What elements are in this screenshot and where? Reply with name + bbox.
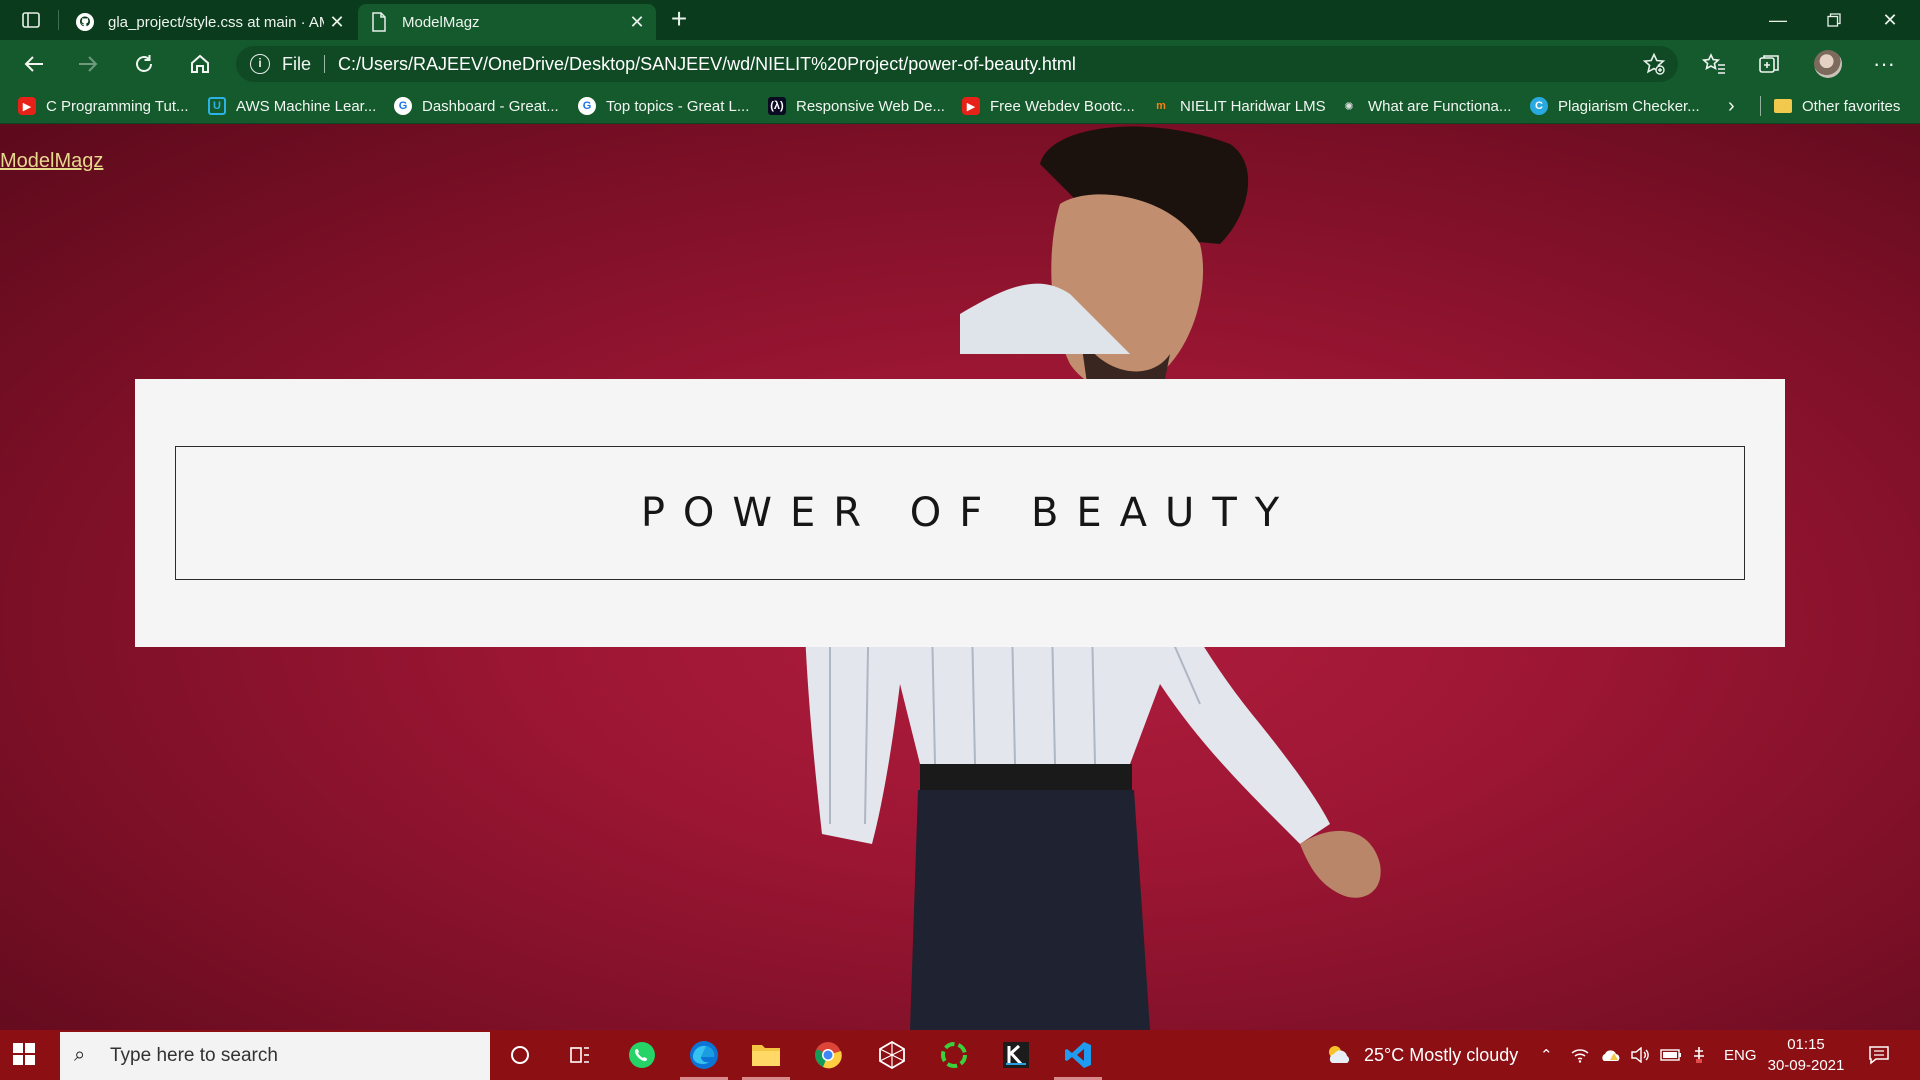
other-favorites[interactable]: Other favorites <box>1774 88 1900 124</box>
browser-title-bar: gla_project/style.css at main · AM ✕ Mod… <box>0 0 1920 40</box>
minimize-icon[interactable]: — <box>1750 0 1806 40</box>
weather-text: 25°C Mostly cloudy <box>1364 1044 1519 1065</box>
site-icon: ✺ <box>1344 100 1354 113</box>
refresh-icon[interactable] <box>126 48 162 80</box>
tab-label: gla_project/style.css at main · AM <box>108 13 324 31</box>
favorite-label: Dashboard - Great... <box>422 97 559 115</box>
brand-link[interactable]: ModelMagz <box>0 150 103 173</box>
cortana-icon[interactable] <box>490 1030 550 1080</box>
forward-icon[interactable] <box>70 48 106 80</box>
favorite-item[interactable]: m NIELIT Haridwar LMS <box>1152 88 1326 124</box>
favorite-label: Top topics - Great L... <box>606 97 750 115</box>
vscode-icon[interactable] <box>1048 1030 1108 1080</box>
navigation-bar: i File C:/Users/RAJEEV/OneDrive/Desktop/… <box>0 40 1920 88</box>
hero-frame: POWER OF BEAUTY <box>175 446 1745 580</box>
favorites-icon[interactable] <box>1696 48 1732 80</box>
windows-start-icon[interactable] <box>12 1042 46 1068</box>
weather-widget[interactable]: 25°C Mostly cloudy <box>1324 1030 1518 1080</box>
favorite-item[interactable]: ▶ Free Webdev Bootc... <box>962 88 1135 124</box>
task-view-icon[interactable] <box>550 1030 610 1080</box>
freecodecamp-icon: (λ) <box>768 97 786 115</box>
favorite-item[interactable]: C Plagiarism Checker... <box>1530 88 1700 124</box>
youtube-icon: ▶ <box>18 97 36 115</box>
whatsapp-icon[interactable] <box>612 1030 672 1080</box>
checker-icon: C <box>1530 97 1548 115</box>
site-info-icon[interactable]: i <box>250 54 270 74</box>
favorites-separator <box>1760 96 1761 116</box>
taskbar-search-box[interactable]: ⌕ Type here to search <box>60 1032 490 1080</box>
home-icon[interactable] <box>182 48 218 80</box>
close-tab-icon[interactable]: ✕ <box>624 9 650 35</box>
new-tab-button[interactable]: + <box>664 5 694 34</box>
google-icon: G <box>394 97 412 115</box>
favorite-item[interactable]: ✺ What are Functiona... <box>1340 88 1511 124</box>
tab-github[interactable]: gla_project/style.css at main · AM ✕ <box>64 4 356 40</box>
search-placeholder: Type here to search <box>110 1045 278 1066</box>
favorites-bar: ▶ C Programming Tut... U AWS Machine Lea… <box>0 88 1920 124</box>
favorite-label: Plagiarism Checker... <box>1558 97 1700 115</box>
favorite-item[interactable]: ▶ C Programming Tut... <box>18 88 189 124</box>
tab-modelmagz[interactable]: ModelMagz ✕ <box>358 4 656 40</box>
language-indicator[interactable]: ENG <box>1724 1030 1757 1080</box>
hero-title: POWER OF BEAUTY <box>640 490 1298 536</box>
favorite-label: NIELIT Haridwar LMS <box>1180 97 1326 115</box>
favorite-label: AWS Machine Lear... <box>236 97 377 115</box>
windows-taskbar: ⌕ Type here to search 25°C Mostly cloudy… <box>0 1030 1920 1080</box>
network-app-icon[interactable] <box>862 1030 922 1080</box>
folder-icon <box>1774 99 1792 113</box>
usb-icon[interactable] <box>1690 1030 1708 1080</box>
github-icon <box>74 11 96 33</box>
favorite-item[interactable]: G Top topics - Great L... <box>578 88 749 124</box>
back-icon[interactable] <box>16 48 52 80</box>
clock-date: 30-09-2021 <box>1767 1057 1845 1074</box>
file-explorer-icon[interactable] <box>736 1030 796 1080</box>
collections-icon[interactable] <box>1752 48 1788 80</box>
show-hidden-icons[interactable]: ⌃ <box>1540 1030 1553 1080</box>
address-divider <box>324 55 325 73</box>
favorite-item[interactable]: G Dashboard - Great... <box>394 88 559 124</box>
moodle-icon: m <box>1156 100 1166 112</box>
edge-icon[interactable] <box>674 1030 734 1080</box>
battery-icon[interactable] <box>1660 1030 1682 1080</box>
cloudy-icon <box>1329 1046 1350 1063</box>
other-favorites-label: Other favorites <box>1802 97 1901 115</box>
favorite-label: What are Functiona... <box>1368 97 1512 115</box>
sync-app-icon[interactable] <box>924 1030 984 1080</box>
youtube-icon: ▶ <box>962 97 980 115</box>
hero-card: POWER OF BEAUTY <box>135 379 1785 647</box>
clock-time: 01:15 <box>1787 1036 1825 1053</box>
volume-icon[interactable] <box>1630 1030 1650 1080</box>
restore-icon[interactable] <box>1806 0 1862 40</box>
system-clock[interactable]: 01:15 30-09-2021 <box>1764 1034 1848 1076</box>
scheme-label: File <box>282 54 312 74</box>
tab-separator <box>58 10 59 30</box>
add-favorite-icon[interactable] <box>1642 52 1666 76</box>
favorite-label: Free Webdev Bootc... <box>990 97 1135 115</box>
favorite-label: C Programming Tut... <box>46 97 189 115</box>
tab-actions-icon[interactable] <box>14 8 48 32</box>
close-tab-icon[interactable]: ✕ <box>324 9 350 35</box>
address-bar[interactable]: i File C:/Users/RAJEEV/OneDrive/Desktop/… <box>236 46 1678 82</box>
profile-avatar[interactable] <box>1814 50 1842 78</box>
onedrive-icon[interactable] <box>1600 1030 1622 1080</box>
chrome-icon[interactable] <box>798 1030 858 1080</box>
page-icon <box>368 11 390 33</box>
favorite-item[interactable]: U AWS Machine Lear... <box>208 88 376 124</box>
notifications-icon[interactable] <box>1868 1030 1890 1080</box>
tab-label: ModelMagz <box>402 13 480 31</box>
google-icon: G <box>578 97 596 115</box>
close-window-icon[interactable]: ✕ <box>1862 0 1918 40</box>
udacity-icon: U <box>208 97 226 115</box>
wifi-icon[interactable] <box>1570 1030 1590 1080</box>
chevron-right-icon[interactable]: › <box>1728 88 1735 124</box>
page-viewport: ModelMagz POWER OF BEAUTY <box>0 124 1920 1030</box>
favorite-label: Responsive Web De... <box>796 97 945 115</box>
url-text[interactable]: C:/Users/RAJEEV/OneDrive/Desktop/SANJEEV… <box>338 54 1076 75</box>
search-icon: ⌕ <box>74 1044 86 1066</box>
favorite-item[interactable]: (λ) Responsive Web De... <box>768 88 945 124</box>
more-menu-icon[interactable]: ··· <box>1866 48 1902 80</box>
klite-app-icon[interactable] <box>986 1030 1046 1080</box>
